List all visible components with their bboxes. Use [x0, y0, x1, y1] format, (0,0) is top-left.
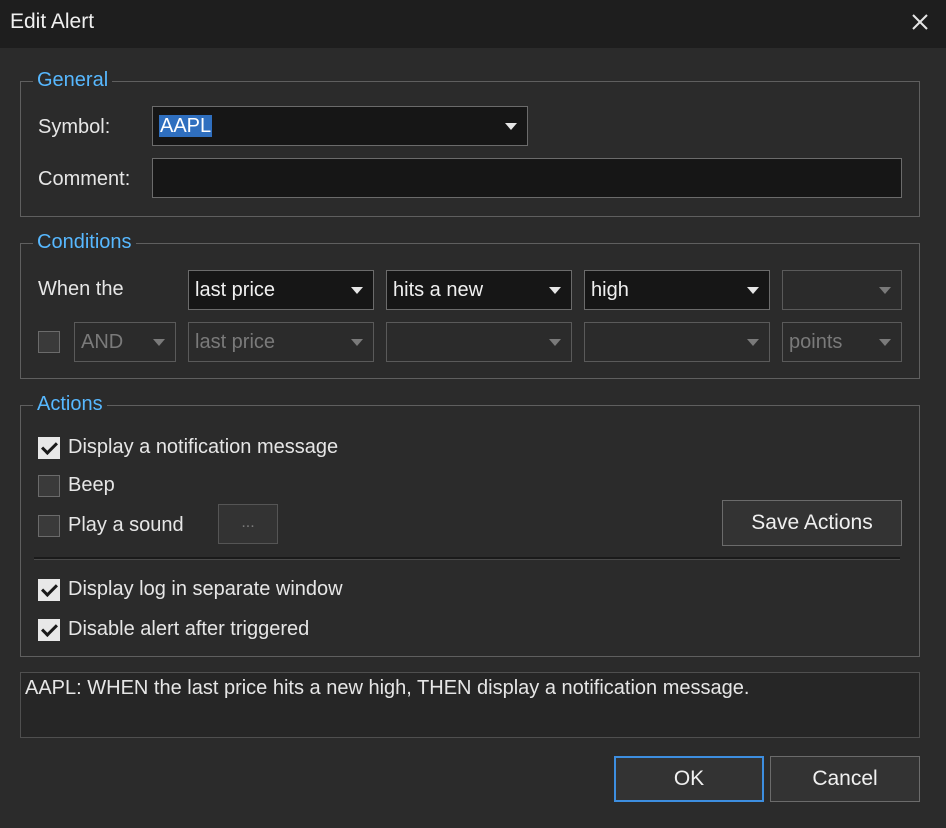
chevron-down-icon[interactable]	[153, 339, 165, 346]
actions-divider	[34, 557, 900, 560]
unit-combo[interactable]: points	[782, 322, 902, 362]
condition-extra-combo[interactable]	[782, 270, 902, 310]
notify-label[interactable]: Display a notification message	[68, 436, 338, 459]
chevron-down-icon[interactable]	[549, 339, 561, 346]
window-title: Edit Alert	[10, 10, 95, 33]
log-label[interactable]: Display log in separate window	[68, 578, 343, 601]
notify-checkbox[interactable]	[38, 437, 60, 459]
condition-target-combo[interactable]: high	[584, 270, 770, 310]
conditions-legend: Conditions	[33, 230, 136, 254]
second-field-value: last price	[195, 331, 276, 353]
chevron-down-icon[interactable]	[351, 339, 363, 346]
summary-text: AAPL: WHEN the last price hits a new hig…	[25, 677, 750, 699]
save-actions-button[interactable]: Save Actions	[722, 500, 902, 546]
condition-target-value: high	[591, 279, 629, 301]
close-icon[interactable]	[906, 8, 934, 36]
chevron-down-icon[interactable]	[505, 123, 517, 130]
general-legend: General	[33, 68, 113, 92]
beep-checkbox[interactable]	[38, 475, 60, 497]
chevron-down-icon[interactable]	[879, 287, 891, 294]
condition-operator-combo[interactable]: hits a new	[386, 270, 572, 310]
disable-label[interactable]: Disable alert after triggered	[68, 618, 309, 641]
chevron-down-icon[interactable]	[747, 339, 759, 346]
title-bar: Edit Alert	[0, 0, 946, 48]
conjunction-value: AND	[81, 331, 124, 353]
log-checkbox[interactable]	[38, 579, 60, 601]
actions-legend: Actions	[33, 392, 107, 416]
unit-value: points	[789, 331, 843, 353]
chevron-down-icon[interactable]	[879, 339, 891, 346]
chevron-down-icon[interactable]	[549, 287, 561, 294]
comment-input[interactable]	[152, 158, 902, 198]
chevron-down-icon[interactable]	[351, 287, 363, 294]
cancel-button[interactable]: Cancel	[770, 756, 920, 802]
symbol-combo[interactable]: AAPL	[152, 106, 528, 146]
disable-checkbox[interactable]	[38, 619, 60, 641]
browse-sound-button[interactable]: ...	[218, 504, 278, 544]
beep-label[interactable]: Beep	[68, 474, 115, 497]
when-label: When the	[38, 278, 124, 300]
conjunction-combo[interactable]: AND	[74, 322, 176, 362]
sound-checkbox[interactable]	[38, 515, 60, 537]
condition-field-value: last price	[195, 279, 276, 301]
condition-field-combo[interactable]: last price	[188, 270, 374, 310]
alert-summary: AAPL: WHEN the last price hits a new hig…	[20, 672, 920, 738]
symbol-value[interactable]: AAPL	[159, 115, 213, 137]
condition-operator-value: hits a new	[393, 279, 484, 301]
second-target-combo[interactable]	[584, 322, 770, 362]
second-field-combo[interactable]: last price	[188, 322, 374, 362]
chevron-down-icon[interactable]	[747, 287, 759, 294]
symbol-label: Symbol:	[38, 116, 111, 138]
comment-label: Comment:	[38, 168, 131, 190]
second-condition-checkbox[interactable]	[38, 331, 60, 353]
second-operator-combo[interactable]	[386, 322, 572, 362]
sound-label[interactable]: Play a sound	[68, 514, 184, 537]
ok-button[interactable]: OK	[614, 756, 764, 802]
